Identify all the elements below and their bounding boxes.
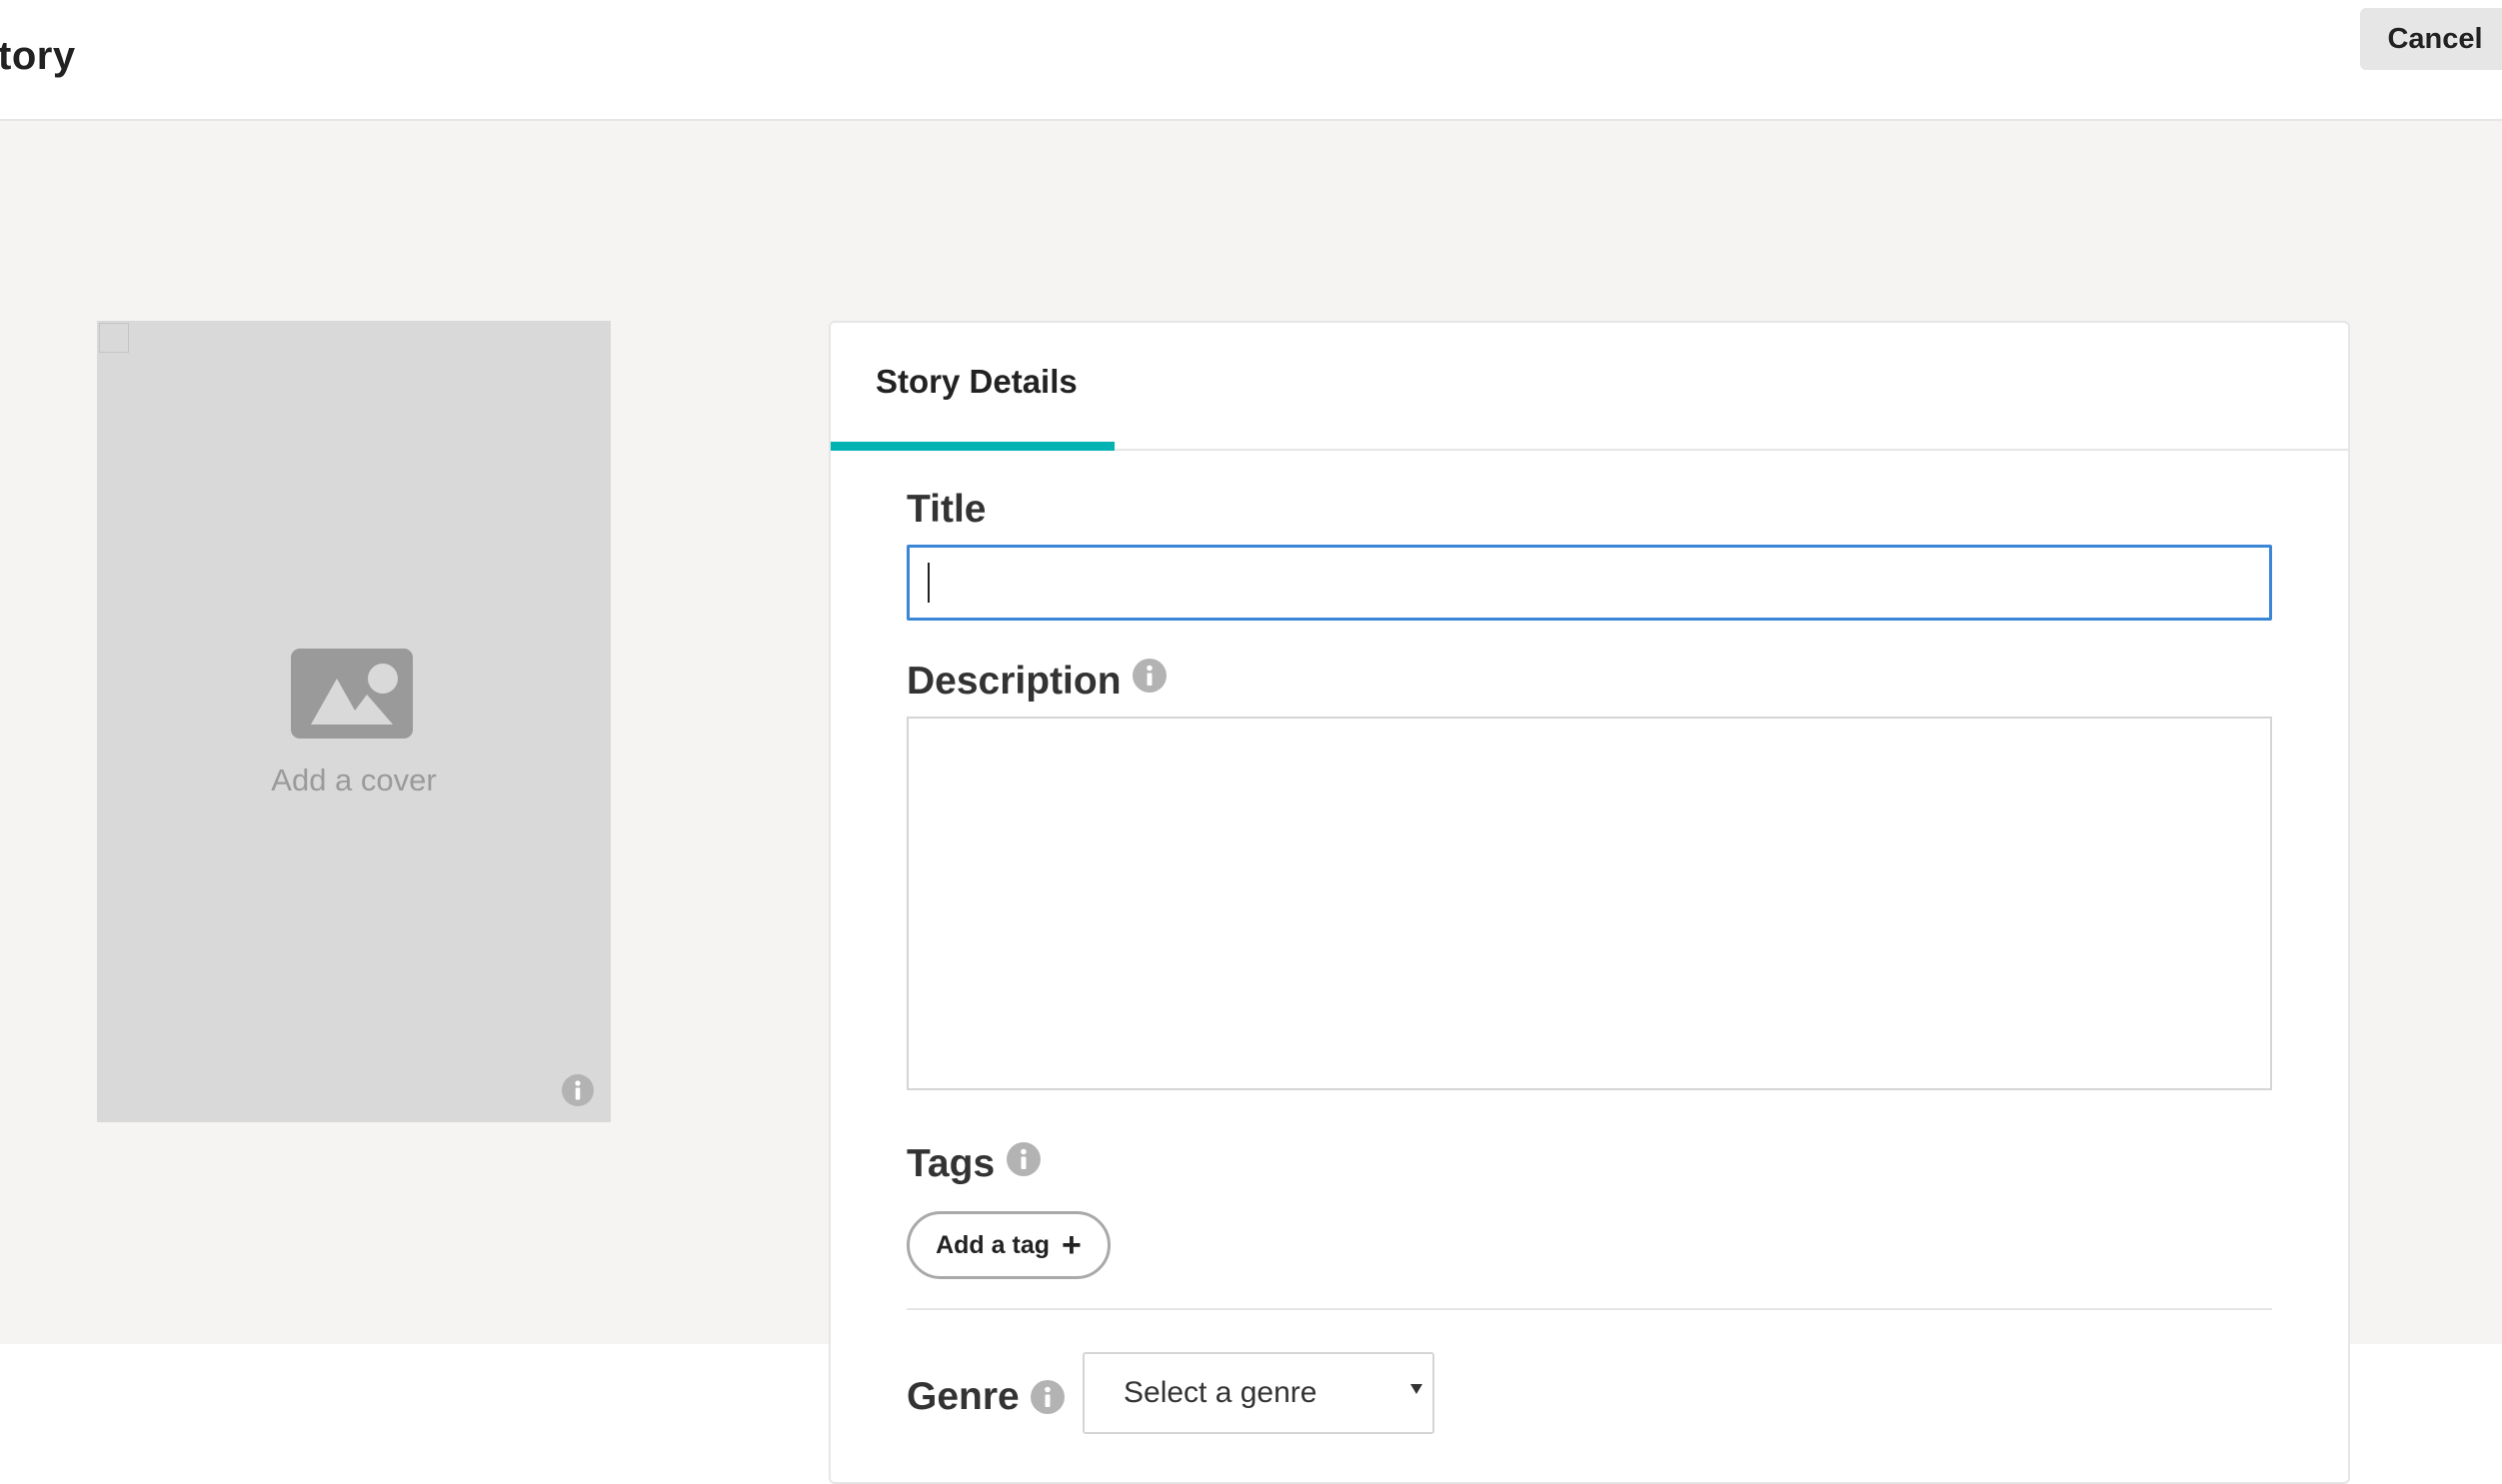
title-input[interactable]	[907, 545, 2272, 621]
info-icon[interactable]	[1007, 1142, 1041, 1176]
cancel-button[interactable]: Cancel	[2360, 8, 2502, 70]
cover-select-checkbox[interactable]	[99, 323, 129, 353]
genre-select[interactable]: Select a genre	[1083, 1352, 1434, 1434]
image-placeholder-icon	[291, 649, 413, 739]
add-tag-label: Add a tag	[936, 1230, 1051, 1259]
story-details-card: Story Details Title Description Tags Add…	[829, 321, 2350, 1484]
main-content: Add a cover Story Details Title Descript…	[0, 121, 2502, 1484]
active-tab-indicator	[831, 442, 1115, 451]
section-divider	[907, 1308, 2272, 1310]
chevron-down-icon	[1410, 1384, 1422, 1394]
tab-bar: Story Details	[831, 323, 2348, 451]
top-header: tory Cancel	[0, 0, 2502, 121]
info-icon[interactable]	[1133, 659, 1167, 693]
add-cover-label: Add a cover	[271, 762, 437, 797]
genre-selected-value: Select a genre	[1124, 1376, 1317, 1409]
add-tag-button[interactable]: Add a tag +	[907, 1211, 1111, 1279]
page-title: tory	[0, 34, 76, 78]
description-textarea[interactable]	[907, 717, 2272, 1090]
genre-label: Genre	[907, 1375, 1020, 1418]
info-icon[interactable]	[1031, 1380, 1065, 1414]
info-icon[interactable]	[562, 1074, 594, 1106]
description-label: Description	[907, 660, 1122, 703]
plus-icon: +	[1062, 1226, 1082, 1264]
title-label: Title	[907, 488, 987, 531]
text-cursor	[928, 563, 930, 603]
tab-label: Story Details	[876, 363, 1078, 400]
tab-story-details[interactable]: Story Details	[831, 323, 1115, 451]
add-cover-panel[interactable]: Add a cover	[97, 321, 611, 1122]
tags-label: Tags	[907, 1142, 996, 1185]
